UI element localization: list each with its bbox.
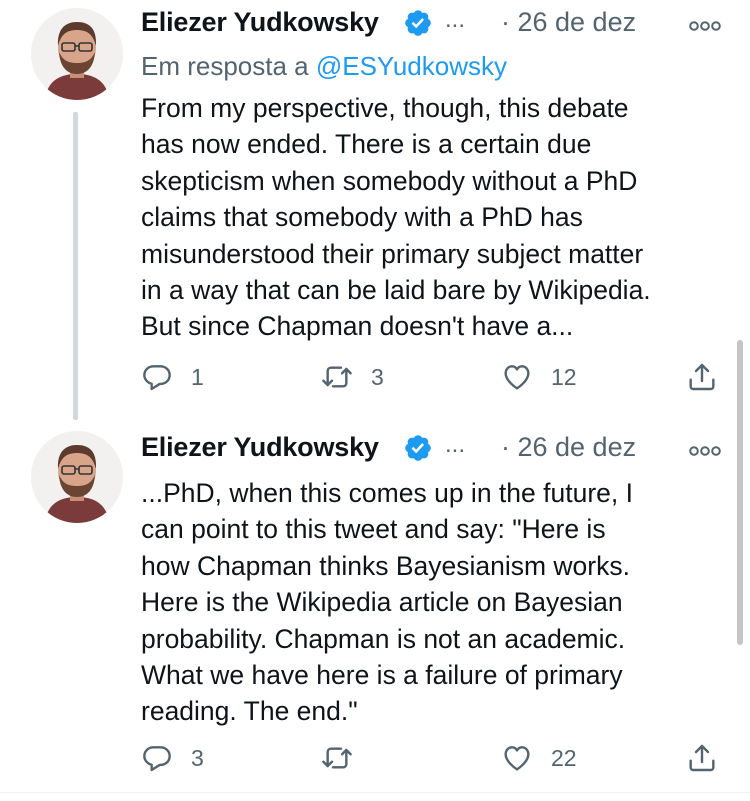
tweet-actions: 3 22 — [141, 738, 731, 778]
profile-photo-icon — [31, 431, 123, 523]
divider — [0, 792, 750, 793]
retweet-count: 3 — [371, 363, 384, 390]
heart-icon — [504, 365, 530, 390]
like-button[interactable]: 22 — [501, 738, 577, 778]
tweet-text: ...PhD, when this comes up in the future… — [141, 475, 721, 730]
tweet-text-line: misunderstood their primary subject matt… — [141, 238, 644, 269]
tweet-text-line: has now ended. There is a certain due — [141, 129, 592, 160]
tweet-text-line: in a way that can be laid bare by Wikipe… — [141, 275, 651, 306]
tweet-text-line: claims that somebody with a PhD has — [141, 202, 583, 233]
reply-icon — [143, 746, 171, 772]
reply-icon — [143, 365, 171, 391]
tweet-text-line: probability. Chapman is not an academic. — [141, 623, 626, 654]
reply-count: 3 — [191, 744, 204, 771]
reply-button[interactable]: 3 — [141, 738, 204, 778]
like-count: 12 — [551, 363, 577, 390]
reply-to-prefix: Em resposta a — [141, 51, 316, 81]
tweet-text-line: skepticism when somebody without a PhD — [141, 165, 638, 196]
tweet-header: Eliezer Yudkowsky ... · 26 de dez — [141, 431, 731, 472]
share-button[interactable] — [686, 738, 718, 778]
tweet-actions: 1 3 12 — [141, 357, 731, 397]
retweet-icon — [322, 747, 352, 769]
share-button[interactable] — [686, 357, 718, 397]
name-truncation: ... — [445, 431, 466, 458]
reply-context: Em resposta a @ESYudkowsky — [141, 51, 507, 82]
more-options-icon[interactable] — [689, 444, 721, 458]
tweet-text-line: ...PhD, when this comes up in the future… — [141, 478, 633, 508]
tweet-text-line: From my perspective, though, this debate — [141, 93, 629, 123]
thread-connector-line — [73, 112, 78, 420]
tweet-text-line: can point to this tweet and say: "Here i… — [141, 514, 606, 545]
retweet-button[interactable]: 3 — [321, 357, 384, 397]
retweet-button[interactable] — [321, 738, 371, 778]
tweet-text-line: What we have here is a failure of primar… — [141, 660, 623, 691]
like-button[interactable]: 12 — [501, 357, 577, 397]
author-name[interactable]: Eliezer Yudkowsky — [141, 432, 379, 463]
tweet-header: Eliezer Yudkowsky ... · 26 de dez — [141, 6, 731, 47]
profile-photo-icon — [31, 8, 123, 100]
tweet-text-line: reading. The end." — [141, 696, 358, 727]
tweet-text-line: Here is the Wikipedia article on Bayesia… — [141, 587, 623, 618]
retweet-icon — [322, 366, 352, 388]
reply-count: 1 — [191, 363, 204, 390]
tweet-text-line: how Chapman thinks Bayesianism works. — [141, 550, 630, 581]
avatar[interactable] — [31, 431, 123, 523]
share-icon — [689, 363, 715, 391]
heart-icon — [504, 746, 530, 771]
verified-badge-icon — [405, 10, 431, 36]
share-icon — [689, 744, 715, 772]
avatar[interactable] — [31, 8, 123, 100]
verified-badge-icon — [405, 435, 431, 461]
tweet-text-line: But since Chapman doesn't have a... — [141, 311, 574, 342]
name-truncation: ... — [445, 6, 466, 33]
tweet-date[interactable]: · 26 de dez — [501, 7, 636, 38]
more-options-icon[interactable] — [689, 19, 721, 33]
tweet-date[interactable]: · 26 de dez — [501, 432, 636, 463]
author-name[interactable]: Eliezer Yudkowsky — [141, 7, 379, 38]
scrollbar-thumb[interactable] — [737, 340, 743, 645]
reply-to-handle[interactable]: @ESYudkowsky — [316, 51, 507, 81]
like-count: 22 — [551, 744, 577, 771]
reply-button[interactable]: 1 — [141, 357, 204, 397]
tweet-text: From my perspective, though, this debate… — [141, 90, 721, 345]
